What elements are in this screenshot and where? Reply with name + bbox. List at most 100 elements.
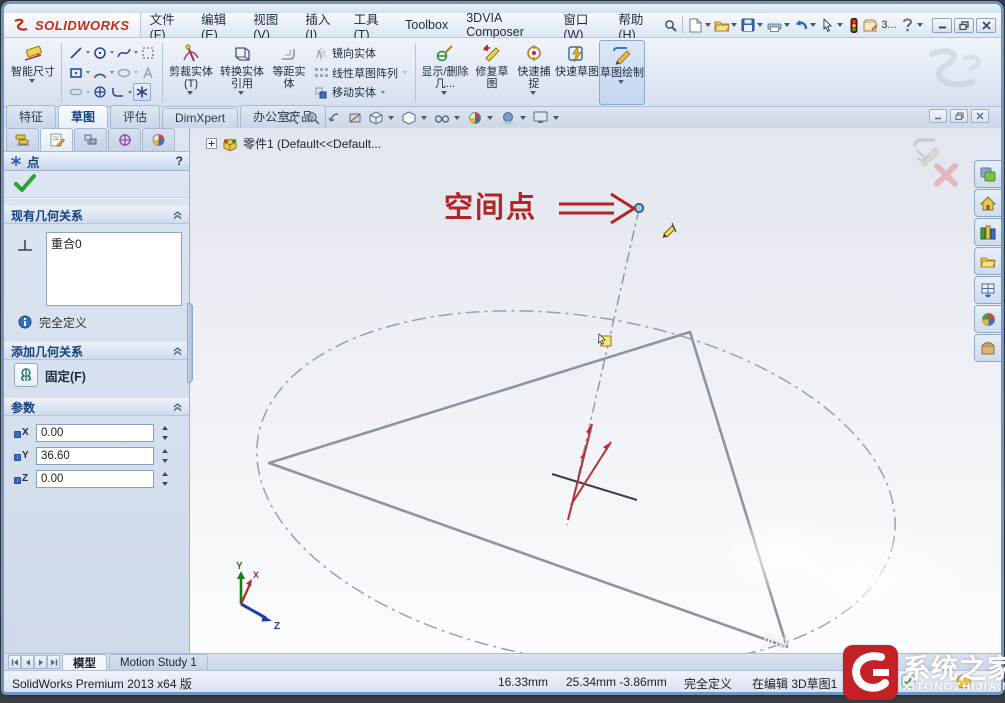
new-dropdown-icon[interactable] — [705, 23, 711, 27]
slot-icon[interactable] — [67, 83, 85, 101]
fillet-icon[interactable] — [109, 83, 127, 101]
tab-sketch[interactable]: 草图 — [58, 105, 108, 128]
offset-entities-button[interactable]: 等距实体 — [268, 40, 310, 105]
circle-pattern-icon[interactable] — [91, 83, 109, 101]
fillet-dropdown-icon[interactable] — [128, 91, 132, 94]
trim-dropdown-icon[interactable] — [187, 91, 193, 95]
relation-item[interactable]: 重合0 — [51, 237, 82, 251]
doc-restore-button[interactable] — [950, 109, 968, 123]
rapid-sketch-button[interactable]: 快速草图 — [555, 40, 599, 105]
open-icon[interactable] — [714, 16, 730, 35]
motion-study-tab[interactable]: Motion Study 1 — [109, 654, 208, 670]
hide-show-dropdown-icon[interactable] — [454, 116, 460, 120]
graphics-viewport[interactable]: Y X Z 零件1 (Default<<Default... 空间点 — [190, 128, 1001, 653]
tree-expand-icon[interactable] — [206, 138, 217, 149]
doc-close-button[interactable] — [971, 109, 989, 123]
zoom-to-fit-icon[interactable] — [282, 109, 301, 126]
origin-axis-line[interactable] — [552, 474, 637, 500]
unit-dropdown-icon[interactable] — [871, 679, 877, 683]
x-spinner[interactable] — [158, 424, 171, 442]
fixed-relation-button[interactable] — [14, 363, 38, 387]
x-coordinate-field[interactable]: 0.00 — [36, 424, 154, 442]
menu-toolbox[interactable]: Toolbox — [396, 15, 457, 35]
select-icon[interactable] — [819, 16, 835, 35]
appearance-dropdown-icon[interactable] — [487, 116, 493, 120]
solidworks-resources-icon[interactable] — [974, 160, 1001, 188]
panel-splitter-handle[interactable] — [187, 303, 193, 383]
line-icon[interactable] — [67, 44, 85, 62]
file-properties-icon[interactable] — [862, 16, 878, 35]
previous-view-icon[interactable] — [324, 109, 343, 126]
new-document-icon[interactable] — [687, 16, 703, 35]
unit-system-icon[interactable] — [852, 675, 867, 688]
appearances-tab-icon[interactable] — [142, 128, 175, 151]
edit-sketch-status-icon[interactable] — [883, 675, 898, 688]
smart-dimension-button[interactable]: 智能尺寸 — [8, 40, 58, 105]
print-icon[interactable] — [766, 16, 782, 35]
move-entities-dropdown-icon[interactable] — [381, 91, 385, 94]
mirror-entities-button[interactable]: 镜向实体 — [312, 44, 410, 62]
model-tab[interactable]: 模型 — [62, 654, 107, 670]
display-style-icon[interactable] — [399, 109, 418, 126]
undo-icon[interactable] — [793, 16, 809, 35]
display-style-dropdown-icon[interactable] — [421, 116, 427, 120]
open-dropdown-icon[interactable] — [731, 23, 737, 27]
linear-pattern-dropdown-icon[interactable] — [403, 71, 407, 74]
trim-entities-button[interactable]: 剪裁实体(T) — [166, 40, 216, 105]
selection-box-icon[interactable] — [139, 44, 157, 62]
help-icon[interactable] — [900, 16, 916, 35]
quick-snaps-button[interactable]: 快速捕捉 — [513, 40, 555, 105]
restore-button[interactable] — [954, 18, 974, 33]
design-library-icon[interactable] — [974, 218, 1001, 246]
property-manager-tab-icon[interactable] — [40, 128, 73, 151]
linear-pattern-button[interactable]: 线性草图阵列 — [312, 64, 410, 82]
collapse-chevron-icon[interactable] — [173, 347, 182, 355]
dimxpert-manager-tab-icon[interactable] — [108, 128, 141, 151]
zoom-to-area-icon[interactable] — [303, 109, 322, 126]
text-icon[interactable] — [139, 64, 157, 82]
save-icon[interactable] — [740, 16, 756, 35]
tags-check-icon[interactable] — [901, 674, 915, 688]
options-traffic-light-icon[interactable] — [846, 16, 862, 35]
file-explorer-icon[interactable] — [974, 247, 1001, 275]
ok-button[interactable] — [13, 173, 37, 196]
save-dropdown-icon[interactable] — [757, 23, 763, 27]
collapse-chevron-icon[interactable] — [173, 211, 182, 219]
scene-dropdown-icon[interactable] — [520, 116, 526, 120]
move-entities-button[interactable]: 移动实体 — [312, 83, 410, 101]
hide-show-items-icon[interactable] — [432, 109, 451, 126]
print-dropdown-icon[interactable] — [784, 23, 790, 27]
display-delete-relations-button[interactable]: 显示/删除几... — [419, 40, 471, 105]
feature-tree-root[interactable]: 零件1 (Default<<Default... — [206, 135, 381, 152]
smart-dimension-dropdown-icon[interactable] — [29, 79, 35, 83]
cancel-sketch-icon[interactable] — [933, 162, 959, 191]
search-icon[interactable] — [662, 16, 678, 35]
sketch-triangle[interactable] — [269, 332, 787, 647]
ellipse-icon[interactable] — [115, 64, 133, 82]
sketch-button[interactable]: 草图绘制 — [599, 40, 645, 105]
custom-properties-icon[interactable] — [974, 334, 1001, 362]
y-spinner[interactable] — [158, 447, 171, 465]
first-tab-button[interactable] — [8, 655, 21, 669]
quick-snaps-dropdown-icon[interactable] — [530, 91, 536, 95]
collapse-chevron-icon[interactable] — [173, 403, 182, 411]
toolbar-overflow[interactable]: 3... — [878, 19, 899, 31]
feature-manager-tab-icon[interactable] — [6, 128, 39, 151]
section-view-icon[interactable] — [345, 109, 364, 126]
next-tab-button[interactable] — [34, 655, 47, 669]
convert-dropdown-icon[interactable] — [238, 91, 244, 95]
last-tab-button[interactable] — [47, 655, 60, 669]
repair-sketch-button[interactable]: 修复草图 — [471, 40, 513, 105]
quick-tips-icon[interactable] — [956, 674, 971, 689]
arc-dropdown-icon[interactable] — [110, 71, 114, 74]
space-point[interactable] — [635, 204, 643, 212]
existing-relations-section-header[interactable]: 现有几何关系 — [4, 206, 189, 224]
minimize-button[interactable] — [932, 18, 952, 33]
apply-scene-icon[interactable] — [498, 109, 517, 126]
home-icon[interactable] — [974, 189, 1001, 217]
convert-entities-button[interactable]: 转换实体引用 — [216, 40, 268, 105]
menu-3dvia-composer[interactable]: 3DVIA Composer — [457, 8, 554, 42]
relations-listbox[interactable]: 重合0 — [46, 232, 182, 306]
line-dropdown-icon[interactable] — [86, 51, 90, 54]
edit-appearance-icon[interactable] — [465, 109, 484, 126]
